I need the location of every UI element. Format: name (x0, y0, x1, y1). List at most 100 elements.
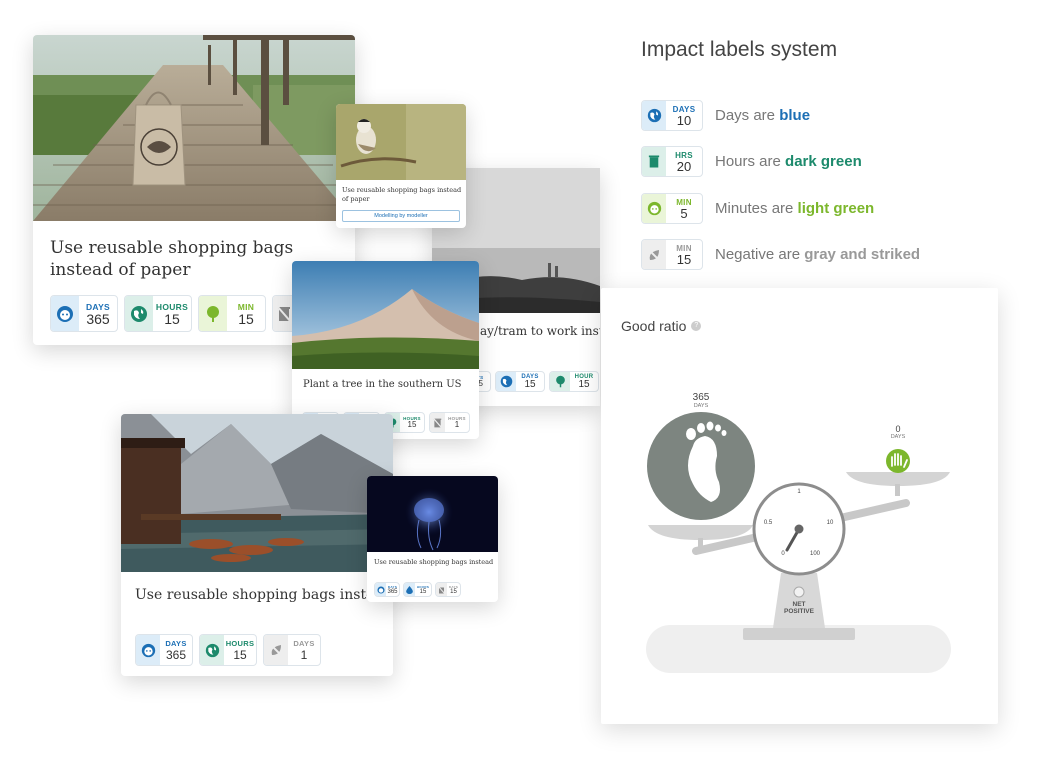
jellyfish-photo (367, 476, 498, 552)
label-unit: DAYS (293, 638, 315, 648)
impact-label-hours: HOURS 15 (403, 582, 432, 597)
impact-label-min: MIN 15 (198, 295, 266, 332)
label-value: 1 (300, 647, 308, 662)
impact-label-days: DAYS365 (374, 582, 400, 597)
globe-icon (205, 643, 219, 657)
face-icon (647, 201, 661, 216)
label-value: 15 (407, 420, 417, 429)
legend-text-lead: Negative are (715, 246, 805, 263)
leaf-strike-icon (647, 247, 661, 262)
label-value: 15 (676, 251, 692, 267)
trash-strike-icon (438, 585, 445, 594)
impact-label-negative: MIN 15 (641, 239, 703, 270)
label-value: 15 (164, 310, 180, 327)
good-ratio-panel: Good ratio ? 365 DAYS 0 DAYS 1 0.5 10 0 … (601, 288, 998, 724)
card-title: Use reusable shopping bags instead (135, 587, 392, 603)
legend-text-lead: Minutes are (715, 200, 798, 217)
tree-icon (207, 305, 219, 322)
card-jellyfish[interactable]: Use reusable shopping bags instead DAYS 3… (367, 476, 498, 602)
left-unit: DAYS (693, 403, 709, 409)
label-value: 15 (450, 588, 457, 595)
label-value: 10 (676, 112, 692, 128)
card-title: Use reusable shopping bags instead of pa… (342, 186, 462, 204)
label-value: 15 (578, 378, 590, 390)
face-icon (376, 585, 385, 594)
face-icon (57, 305, 73, 322)
right-unit: DAYS (890, 434, 906, 440)
label-value: 365 (86, 310, 110, 327)
card-title: Plant a tree in the southern US (303, 379, 462, 390)
impact-label-days: DAYS 10 (641, 100, 703, 131)
label-value: 15 (233, 647, 247, 662)
label-value: 15 (524, 378, 536, 390)
label-unit: DAYS (165, 638, 187, 648)
bird-photo (336, 104, 466, 180)
legend-text-strong: blue (779, 107, 811, 124)
lake-photo (121, 414, 393, 572)
impact-label-days: DAYS365 (135, 634, 193, 666)
label-value: 20 (676, 158, 692, 174)
impact-label-hours: HOURS 15 (199, 634, 257, 666)
impact-label-negative: HOURS 1 (429, 412, 470, 433)
legend-text: Negative are gray and striked (715, 246, 920, 263)
legend-text-strong: gray and striked (804, 246, 921, 263)
legend-text-lead: Days are (715, 107, 780, 124)
gauge-tick-top: 1 (797, 489, 801, 495)
impact-label-min: MIN 5 (641, 193, 703, 224)
modelling-button[interactable]: Modelling by modeller (342, 210, 460, 222)
card-title: ay/tram to work inste (480, 324, 600, 338)
impact-labels: DAYS 365 HOURS 15 DAYS 1 (135, 634, 321, 666)
dune-photo (292, 261, 479, 369)
label-value: 365 (165, 647, 187, 662)
legend-row-minutes: MIN 5 Minutes are light green (641, 193, 874, 224)
card-plant-tree[interactable]: Plant a tree in the southern US DAYS365 … (292, 261, 479, 439)
legend-text: Days are blue (715, 107, 810, 124)
impact-label-hours: HOUR 15 (549, 371, 599, 392)
gauge-tick-right: 10 (826, 520, 834, 526)
legend-row-days: DAYS 10 Days are blue (641, 100, 810, 131)
boardwalk-photo (33, 35, 355, 221)
label-value: 365 (387, 588, 398, 595)
card-lake[interactable]: Use reusable shopping bags instead DAYS 3… (121, 414, 393, 676)
label-unit: HOURS (155, 301, 189, 312)
drop-icon (406, 585, 413, 594)
legend-text: Minutes are light green (715, 200, 874, 217)
impact-label-negative: DAYS 1 (263, 634, 321, 666)
legend-text-strong: dark green (785, 153, 862, 170)
impact-label-days: DAYS15 (495, 371, 545, 392)
left-value: 365 (692, 392, 710, 403)
impact-label-hours: HOURS 15 (124, 295, 192, 332)
gauge-tick-bottom-left: 0 (781, 551, 785, 557)
label-value: 15 (238, 310, 254, 327)
globe-icon (647, 108, 661, 123)
label-value: 1 (454, 420, 460, 429)
impact-label-hours: HRS 20 (641, 146, 703, 177)
legend-text-strong: light green (797, 200, 875, 217)
impact-label-days: DAYS365 (50, 295, 118, 332)
tree-icon (555, 375, 565, 388)
impact-labels: AYS65 DAYS15 HOUR15 (466, 371, 599, 392)
legend-row-negative: MIN 15 Negative are gray and striked (641, 239, 920, 270)
trash-strike-icon (433, 417, 442, 428)
leaf-strike-icon (269, 643, 283, 657)
impact-label-negative: DAYS 15 (435, 582, 461, 597)
card-bird[interactable]: Use reusable shopping bags instead of pa… (336, 104, 466, 228)
section-heading: Impact labels system (641, 38, 838, 61)
card-title: Use reusable shopping bags instead (374, 558, 494, 566)
label-unit: MIN (237, 301, 255, 312)
legend-row-hours: HRS 20 Hours are dark green (641, 146, 862, 177)
label-value: 15 (419, 588, 427, 595)
impact-labels: DAYS 365 HOURS 15 MIN 15 (50, 295, 296, 332)
label-unit: HOURS (225, 638, 255, 648)
status-label: NET POSITIVE (784, 601, 814, 616)
label-value: 5 (680, 205, 688, 221)
trash-strike-icon (277, 305, 291, 322)
right-value: 0 (895, 424, 901, 434)
impact-labels: DAYS 365 HOURS 15 DAYS 15 (374, 582, 461, 597)
gauge-tick-bottom-right: 100 (809, 551, 820, 557)
globe-icon (131, 305, 147, 322)
trash-icon (648, 155, 660, 168)
legend-text-lead: Hours are (715, 153, 786, 170)
legend-text: Hours are dark green (715, 153, 862, 170)
face-icon (141, 643, 155, 657)
